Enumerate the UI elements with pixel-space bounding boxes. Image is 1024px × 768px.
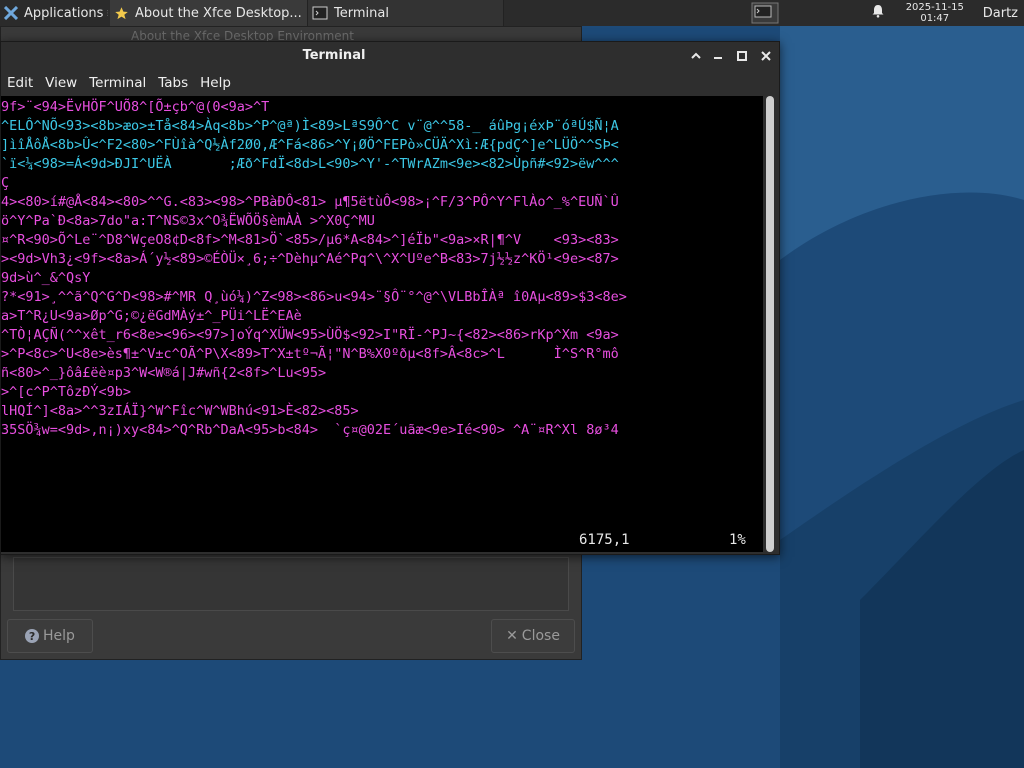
applications-menu-button[interactable]: Applications ≡ [0, 0, 108, 26]
terminal-line: 9f>¨<94>ËvHÖF^UÕ8^[Õ±çb^@(0<9a>^T [1, 99, 270, 115]
bell-icon [871, 4, 885, 22]
scroll-percent: 1% [729, 532, 746, 548]
notifications-button[interactable] [867, 0, 893, 26]
scrollbar-thumb[interactable] [766, 96, 774, 552]
terminal-line: 9d>ù^_&^QsY [1, 270, 91, 286]
menu-help[interactable]: Help [194, 75, 237, 91]
terminal-line: ¤^R<90>Õ^Le¨^D8^WçeO8¢D<8f>^M<81>Ö`<85>/… [1, 232, 619, 248]
taskbar-item-label: Terminal [334, 5, 389, 21]
terminal-icon [312, 6, 328, 20]
close-icon: ✕ [506, 628, 518, 644]
terminal-line: ]ìîÅôÅ<8b>Û<^F2<80>^FÙîà^Q½Àf2Ø0,Æ^Fá<86… [1, 137, 619, 153]
about-content-area [13, 557, 569, 611]
terminal-line: ^ELÔ^NÕ<93><8b>æo>±Tå<84>Àq<8b>^P^@ª)Ì<8… [1, 118, 619, 134]
terminal-line: Ç [1, 175, 10, 191]
menu-tabs[interactable]: Tabs [152, 75, 194, 91]
terminal-window-title: Terminal [302, 48, 366, 63]
terminal-line: 4><80>í#@Å<84><80>^^G.<83><98>^PBàÐÔ<81>… [1, 194, 619, 210]
taskbar-item-about[interactable]: About the Xfce Desktop... [110, 0, 308, 26]
terminal-menubar: Edit View Terminal Tabs Help [1, 70, 237, 96]
top-panel: Applications ≡ About the Xfce Desktop...… [0, 0, 1024, 26]
terminal-output: 9f>¨<94>ËvHÖF^UÕ8^[Õ±çb^@(0<9a>^T ^ELÔ^N… [1, 98, 763, 440]
menu-icon: ≡ [106, 6, 108, 21]
terminal-line: 35SÖ¾w=<9d>,n¡)xy<84>^Q^Rb^DaA<95>b<84> … [1, 422, 619, 438]
terminal-line: >^P<8c>^U<8e>ès¶±^V±c^OÃ^P\X<89>T^X±tº¬Ã… [1, 346, 619, 362]
help-button[interactable]: ? Help [7, 619, 93, 653]
terminal-line: ><9d>Vh3¿<9f><8a>Á´y½<89>©ÉÒÜ×¸6;÷^Dèhµ^… [1, 251, 619, 267]
terminal-window: Terminal Edit View Terminal Tabs Help 9f… [0, 41, 780, 555]
terminal-line: ö^Y^Pa`Ð<8a>7do"a:T^NS©3x^O¾ËWÕÖ§èmÀÀ >^… [1, 213, 375, 229]
roll-up-button[interactable] [687, 47, 705, 65]
terminal-screen[interactable]: 9f>¨<94>ËvHÖF^UÕ8^[Õ±çb^@(0<9a>^T ^ELÔ^N… [1, 96, 763, 552]
star-icon [114, 6, 129, 21]
maximize-icon [737, 51, 747, 61]
minimize-button[interactable] [709, 47, 727, 65]
close-icon [761, 51, 771, 61]
terminal-line: `ï<¼<98>=Á<9d>ÐJI^UËÀ ;Æð^FdÏ<8d>L<90>^Y… [1, 156, 619, 172]
terminal-line: ñ<80>^_}ôâ£ëè¤p3^W<W®á|J#wñ{2<8f>^Lu<95> [1, 365, 327, 381]
taskbar-item-terminal[interactable]: Terminal [308, 0, 504, 26]
terminal-titlebar[interactable]: Terminal [1, 42, 779, 70]
terminal-line: ^TÒ¦AÇÑ(^^xêt_r6<8e><96><97>]oÝq^XÜW<95>… [1, 327, 619, 343]
chevron-up-icon [691, 52, 701, 59]
terminal-line: ?*<91>¸^^ã^Q^G^D<98>#^MR Q¸ùó¼)^Z<98><86… [1, 289, 627, 305]
menu-terminal[interactable]: Terminal [83, 75, 152, 91]
help-button-label: Help [43, 628, 75, 644]
clock[interactable]: 2025-11-15 01:47 [897, 2, 973, 24]
workspace-icon [751, 2, 779, 24]
taskbar-item-label: About the Xfce Desktop... [135, 5, 302, 21]
workspace-switcher[interactable] [747, 0, 787, 26]
menu-view[interactable]: View [39, 75, 83, 91]
help-icon: ? [25, 629, 40, 643]
cursor-position: 6175,1 [579, 532, 630, 548]
terminal-line: lHQÍ^]<8a>^^3zIÁÏ}^W^Fîc^W^WBhú<91>È<82>… [1, 403, 359, 419]
terminal-scrollbar[interactable] [765, 96, 775, 552]
applications-label: Applications [24, 5, 104, 21]
terminal-line: a>T^R¿U<9a>Øp^G;©¿ëGdMÀý±^_PÜi^LË^EAè [1, 308, 302, 324]
close-button[interactable]: ✕ Close [491, 619, 575, 653]
minimize-icon [714, 57, 722, 59]
close-button-label: Close [521, 628, 560, 644]
clock-time: 01:47 [920, 13, 950, 24]
menu-edit[interactable]: Edit [1, 75, 39, 91]
maximize-button[interactable] [733, 47, 751, 65]
xfce-logo-icon [4, 6, 18, 20]
user-menu[interactable]: Dartz [977, 0, 1024, 26]
terminal-line: >^[c^P^TôzÐÝ<9b> [1, 384, 132, 400]
window-close-button[interactable] [757, 47, 775, 65]
clock-date: 2025-11-15 [905, 2, 964, 13]
